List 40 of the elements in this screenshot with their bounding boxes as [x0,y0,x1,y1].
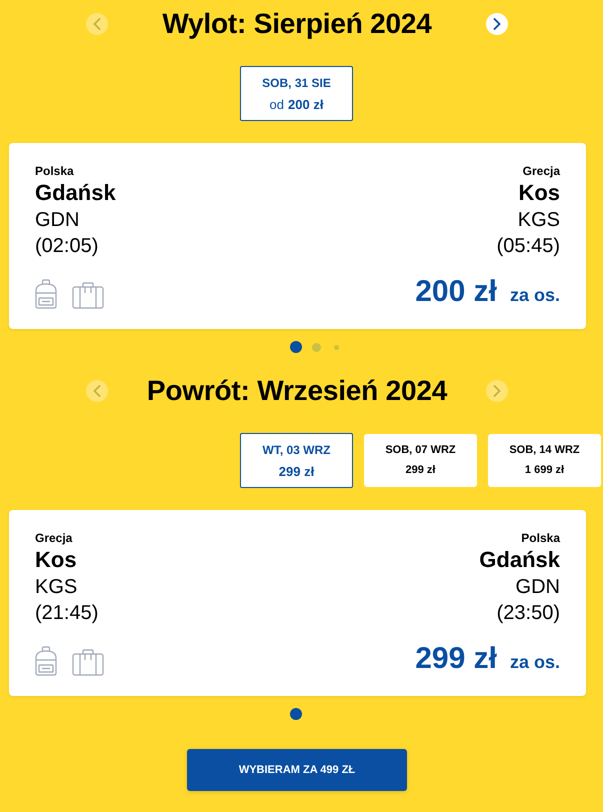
city-name: Gdańsk [35,179,116,207]
select-button[interactable]: WYBIERAM ZA 499 ZŁ [187,749,407,791]
airport-code: KGS [518,208,560,233]
date-tile[interactable]: WT, 03 WRZ 299 zł [240,433,353,488]
section-title: Wylot: Sierpień 2024 [161,7,433,41]
next-month-button[interactable] [486,13,508,35]
suitcase-icon [72,282,104,309]
pager-dot[interactable] [334,344,338,350]
date-tile[interactable]: SOB, 07 WRZ 299 zł [364,434,477,487]
pager-dot[interactable] [312,342,320,352]
per-person-label: za os. [510,651,560,673]
city-name: Kos [518,179,560,207]
price-amount: 299 zł [415,642,497,676]
flight-time: (02:05) [35,234,98,259]
chevron-right-icon [493,385,501,397]
flight-time: (23:50) [496,601,560,626]
airport-code: GDN [35,208,80,233]
airport-code: KGS [35,575,78,600]
city-name: Gdańsk [479,546,560,574]
city-name: Kos [35,546,77,574]
pager-dot[interactable] [290,708,302,720]
price-amount: 200 zł [415,275,497,309]
flight-time: (21:45) [35,601,98,626]
flight-time: (05:45) [496,234,560,259]
backpack-icon [35,279,57,309]
chevron-right-icon [493,18,501,30]
date-tile[interactable]: SOB, 31 SIE od 200 zł [240,66,353,121]
country-label: Polska [521,530,560,546]
chevron-left-icon [93,18,101,30]
country-label: Polska [35,163,74,179]
date-tile[interactable]: SOB, 14 WRZ 1 699 zł [488,434,601,487]
suitcase-icon [72,649,104,676]
country-label: Grecja [35,530,72,546]
per-person-label: za os. [510,284,560,306]
chevron-left-icon [93,385,101,397]
pager-dot[interactable] [290,341,302,353]
section-title: Powrót: Wrzesień 2024 [146,374,448,408]
airport-code: GDN [516,575,560,600]
backpack-icon [35,646,57,676]
country-label: Grecja [522,163,560,179]
